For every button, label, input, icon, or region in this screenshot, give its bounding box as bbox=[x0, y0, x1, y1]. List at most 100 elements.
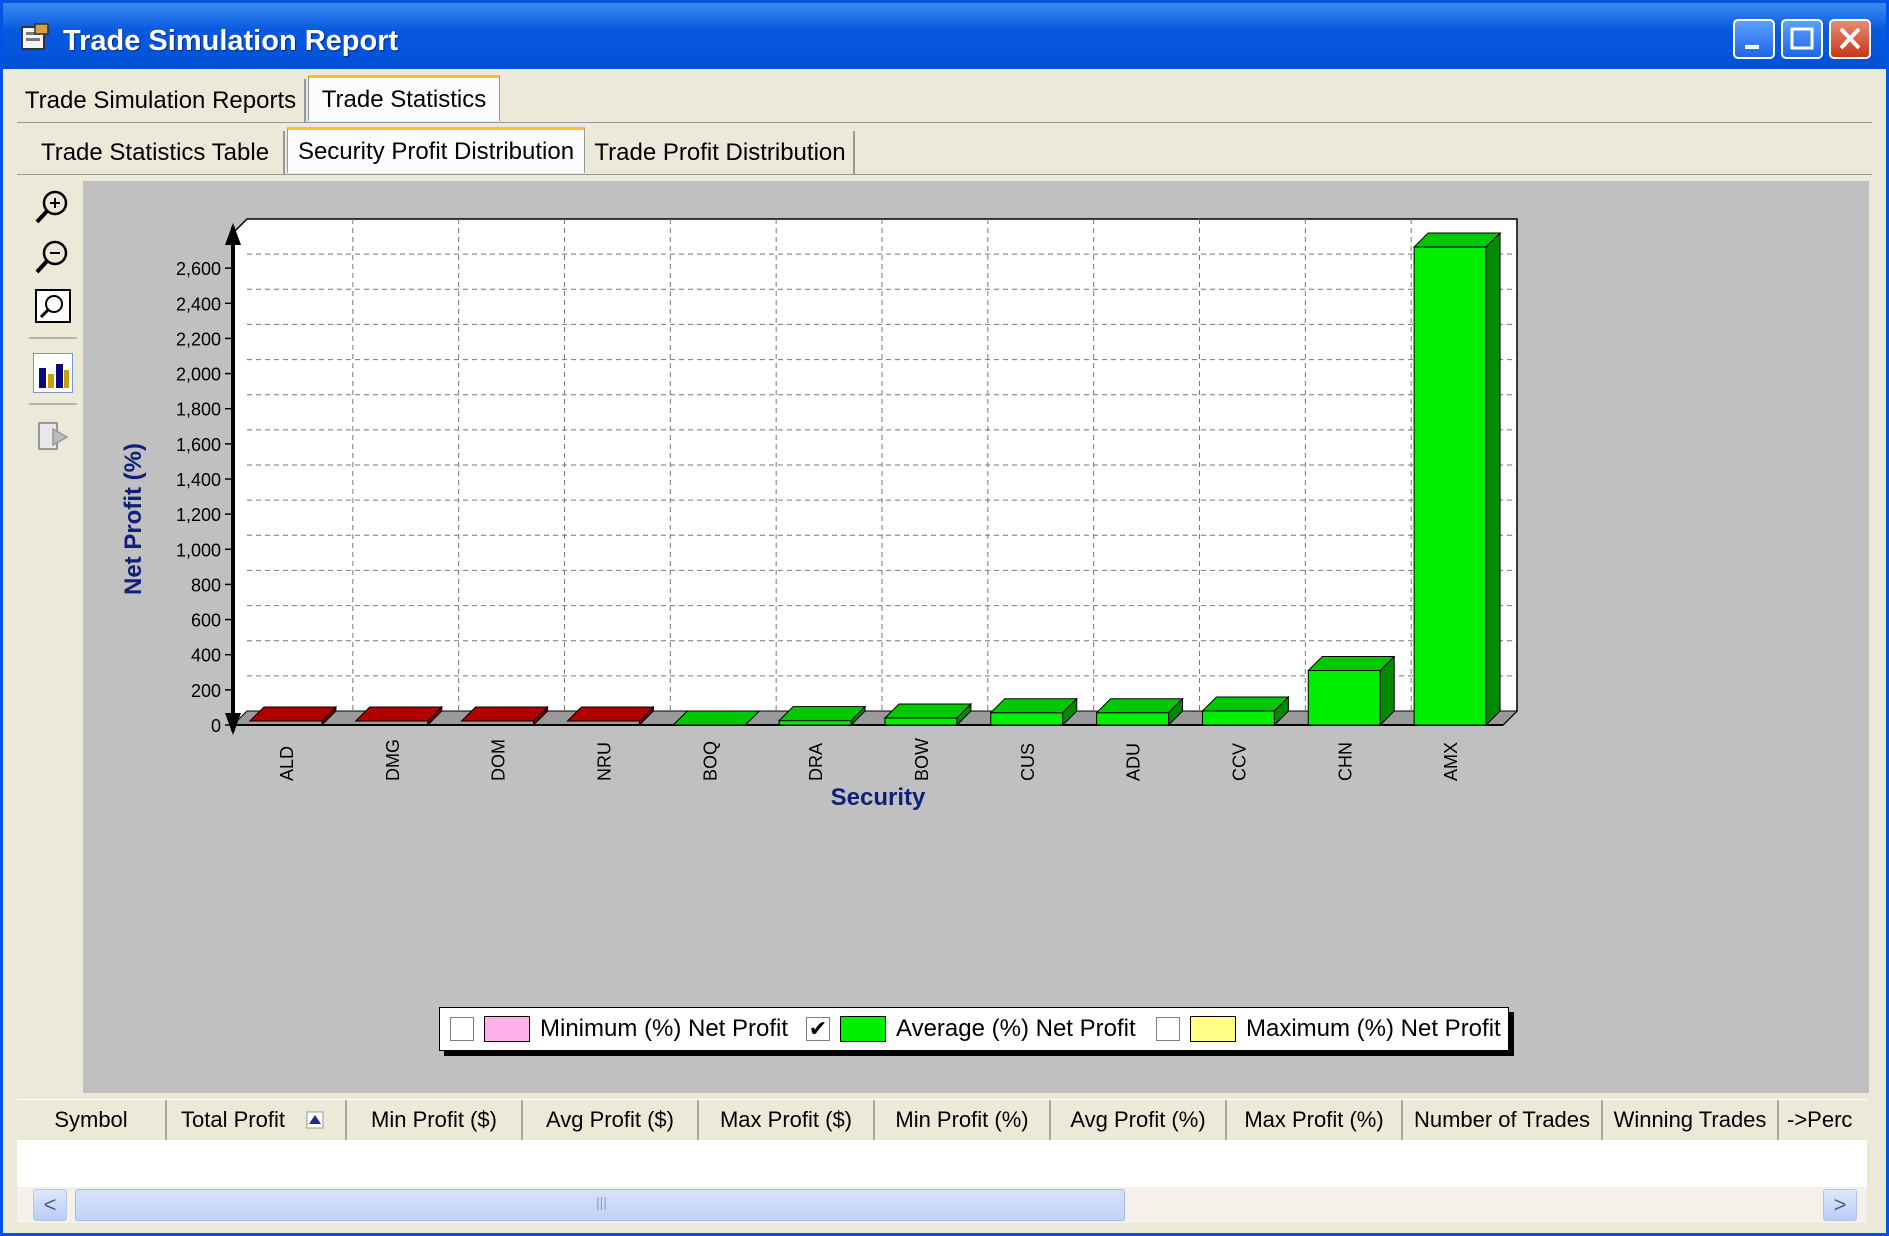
column-header-symbol[interactable]: Symbol bbox=[17, 1100, 167, 1140]
x-tick-label: ADU bbox=[1124, 743, 1144, 781]
bar-top-ald bbox=[248, 706, 338, 722]
chart-type-button[interactable] bbox=[33, 353, 73, 393]
bar-dra bbox=[778, 720, 852, 726]
stats-grid-header: Symbol Total Profit Min Profit ($) Avg P… bbox=[17, 1099, 1867, 1141]
column-header-total-profit-label: Total Profit bbox=[181, 1107, 285, 1132]
y-tick-label: 1,800 bbox=[176, 400, 221, 420]
minimize-button[interactable] bbox=[1733, 19, 1775, 59]
chart-legend: Minimum (%) Net Profit ✔ Average (%) Net… bbox=[439, 1007, 1509, 1051]
stats-grid-body bbox=[17, 1140, 1867, 1188]
zoom-out-icon bbox=[35, 240, 68, 274]
bar-top-dra bbox=[777, 706, 867, 722]
main-window: Trade Simulation Report Trade Simulation… bbox=[0, 0, 1889, 1236]
x-tick-label: AMX bbox=[1441, 742, 1461, 781]
y-axis-label: Net Profit (%) bbox=[120, 443, 147, 595]
bar-top-chn bbox=[1307, 656, 1396, 672]
scrollbar-grip-icon: ||| bbox=[596, 1194, 607, 1210]
y-tick-label: 1,000 bbox=[176, 540, 221, 560]
y-tick-label: 400 bbox=[191, 646, 221, 666]
bar-top-adu bbox=[1095, 698, 1184, 714]
tab-trade-statistics-table[interactable]: Trade Statistics Table bbox=[27, 131, 285, 175]
legend-checkbox-maximum[interactable] bbox=[1156, 1017, 1180, 1041]
bar-bow bbox=[884, 717, 958, 726]
legend-swatch-maximum bbox=[1190, 1016, 1236, 1042]
x-tick-label: ALD bbox=[277, 746, 297, 781]
x-axis-label: Security bbox=[831, 784, 926, 811]
close-button[interactable] bbox=[1829, 19, 1871, 59]
tab-trade-statistics[interactable]: Trade Statistics bbox=[308, 75, 500, 121]
bar-ccv bbox=[1201, 710, 1275, 726]
legend-label-minimum: Minimum (%) Net Profit bbox=[540, 1015, 789, 1042]
bar-side-amx bbox=[1485, 231, 1501, 727]
column-header-avg-profit-pct[interactable]: Avg Profit (%) bbox=[1051, 1100, 1227, 1140]
legend-label-average: Average (%) Net Profit bbox=[896, 1015, 1136, 1042]
column-header-min-profit-dollar[interactable]: Min Profit ($) bbox=[347, 1100, 523, 1140]
scroll-right-button[interactable]: > bbox=[1823, 1189, 1857, 1221]
x-tick-label: CUS bbox=[1018, 743, 1038, 781]
tab-trade-simulation-reports[interactable]: Trade Simulation Reports bbox=[17, 79, 306, 123]
bar-top-bow bbox=[883, 703, 973, 719]
maximize-button[interactable] bbox=[1781, 19, 1823, 59]
export-icon bbox=[38, 422, 69, 450]
close-icon bbox=[1839, 27, 1861, 50]
x-tick-label: CCV bbox=[1229, 743, 1249, 781]
column-header-total-profit[interactable]: Total Profit bbox=[167, 1100, 347, 1140]
minimize-icon bbox=[1745, 45, 1759, 49]
bar-top-cus bbox=[989, 698, 1078, 714]
horizontal-scrollbar[interactable]: < ||| > bbox=[17, 1187, 1867, 1223]
scrollbar-thumb[interactable]: ||| bbox=[75, 1189, 1125, 1221]
tab-trade-profit-distribution[interactable]: Trade Profit Distribution bbox=[587, 131, 855, 175]
maximize-icon bbox=[1790, 27, 1814, 50]
zoom-fit-button[interactable] bbox=[33, 287, 73, 327]
bar-chart: 0 200 400 600 800 1,000 1,200 1,400 1,600 1,800 2,… bbox=[120, 218, 1519, 811]
chart-panel: Net Profit versus Security ($) 020040060… bbox=[83, 181, 1869, 1093]
bar-cus bbox=[990, 712, 1064, 726]
y-tick-label: 600 bbox=[191, 611, 221, 631]
bar-top-amx bbox=[1412, 232, 1502, 248]
column-header-max-profit-dollar[interactable]: Max Profit ($) bbox=[699, 1100, 875, 1140]
y-tick-label: 1,200 bbox=[176, 505, 221, 525]
column-header-min-profit-pct[interactable]: Min Profit (%) bbox=[875, 1100, 1051, 1140]
bar-top-dom bbox=[460, 706, 549, 722]
legend-item-average[interactable]: ✔ Average (%) Net Profit bbox=[806, 1014, 1136, 1044]
column-header-number-of-trades[interactable]: Number of Trades bbox=[1403, 1100, 1603, 1140]
chart-type-icon bbox=[39, 364, 69, 388]
tab-security-profit-distribution[interactable]: Security Profit Distribution bbox=[287, 127, 585, 173]
y-tick-label: 200 bbox=[191, 681, 221, 701]
column-header-percent[interactable]: ->Perc bbox=[1779, 1100, 1867, 1140]
zoom-in-button[interactable] bbox=[33, 187, 73, 227]
zoom-in-icon bbox=[35, 190, 68, 224]
x-tick-label: DMG bbox=[383, 739, 403, 781]
sub-tab-divider bbox=[17, 174, 1872, 175]
x-tick-label: BOW bbox=[912, 738, 932, 781]
legend-item-maximum[interactable]: Maximum (%) Net Profit bbox=[1156, 1014, 1501, 1044]
zoom-out-button[interactable] bbox=[33, 237, 73, 277]
zoom-fit-icon bbox=[35, 289, 71, 323]
chevron-right-icon: > bbox=[1833, 1192, 1847, 1217]
title-bar: Trade Simulation Report bbox=[3, 3, 1886, 69]
toolbar-separator bbox=[29, 403, 77, 405]
y-tick-label: 1,400 bbox=[176, 470, 221, 490]
y-tick-label: 2,400 bbox=[176, 294, 221, 314]
legend-item-minimum[interactable]: Minimum (%) Net Profit bbox=[450, 1014, 788, 1044]
bar-top-boq bbox=[672, 710, 761, 726]
y-tick-label: 800 bbox=[191, 575, 221, 595]
legend-checkbox-minimum[interactable] bbox=[450, 1017, 474, 1041]
y-tick-label: 0 bbox=[211, 716, 221, 736]
app-icon bbox=[21, 23, 49, 50]
column-header-winning-trades[interactable]: Winning Trades bbox=[1603, 1100, 1779, 1140]
x-tick-label: DRA bbox=[806, 743, 826, 781]
legend-swatch-minimum bbox=[484, 1016, 530, 1042]
export-button[interactable] bbox=[33, 417, 73, 457]
y-tick-label: 2,200 bbox=[176, 329, 221, 349]
tab-strip-divider bbox=[17, 122, 1872, 123]
scroll-left-button[interactable]: < bbox=[33, 1189, 67, 1221]
x-tick-label: DOM bbox=[489, 739, 509, 781]
column-header-avg-profit-dollar[interactable]: Avg Profit ($) bbox=[523, 1100, 699, 1140]
column-header-max-profit-pct[interactable]: Max Profit (%) bbox=[1227, 1100, 1403, 1140]
legend-checkbox-average[interactable]: ✔ bbox=[806, 1017, 830, 1041]
plot-background bbox=[232, 218, 1518, 726]
x-tick-label: BOQ bbox=[700, 741, 720, 781]
bar-adu bbox=[1096, 712, 1170, 726]
bar-top-dmg bbox=[354, 706, 443, 722]
